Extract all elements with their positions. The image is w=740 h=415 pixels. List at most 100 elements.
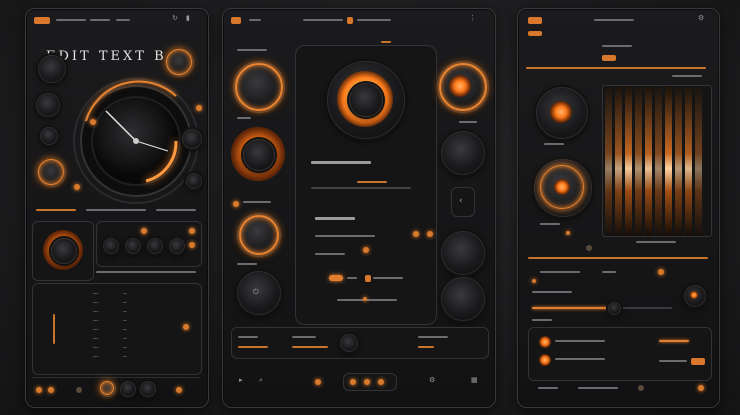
side-knob[interactable] <box>36 93 60 117</box>
side-knob[interactable] <box>186 173 202 189</box>
divider <box>32 377 200 378</box>
knob-label <box>540 223 560 225</box>
nav-dot[interactable] <box>176 387 182 393</box>
settings-icon[interactable]: ⚙ <box>698 15 704 22</box>
play-icon[interactable]: ▸ <box>239 377 243 384</box>
row-label <box>532 291 572 293</box>
display-text <box>315 235 375 237</box>
gain-knob-glow <box>554 179 570 195</box>
main-slider-fill <box>532 307 612 309</box>
menu-icon[interactable]: ⋮ <box>469 15 476 22</box>
knob-ring <box>38 159 64 185</box>
level-bar <box>53 314 55 344</box>
small-badge[interactable] <box>365 275 371 282</box>
divider <box>528 257 708 259</box>
glow-button-center[interactable] <box>51 238 77 264</box>
divider <box>36 209 76 211</box>
settings-icon[interactable]: ⚙ <box>429 377 435 384</box>
display-text <box>373 277 403 279</box>
center-dial-hub[interactable] <box>349 83 383 117</box>
page-title: EDIT TEXT BG <box>46 49 181 64</box>
panel-right: ⚙ <box>517 8 720 408</box>
footer-label <box>538 387 558 389</box>
indicator-dot <box>233 201 239 207</box>
indicator-dot <box>427 231 433 237</box>
confirm-badge[interactable] <box>691 358 705 365</box>
indicator-dot <box>189 242 195 248</box>
small-knob[interactable] <box>38 55 66 83</box>
display-label <box>636 241 676 243</box>
display-subheading <box>315 217 355 220</box>
back-button[interactable]: ‹ <box>451 187 475 217</box>
media-dot[interactable] <box>350 379 356 385</box>
bar-label <box>418 346 434 348</box>
knob-ring <box>239 215 279 255</box>
right-knob[interactable] <box>441 277 485 321</box>
bar-label <box>238 336 258 338</box>
bottom-knob[interactable] <box>140 381 156 397</box>
nav-dot[interactable] <box>48 387 54 393</box>
section-label <box>602 45 632 47</box>
bar-knob[interactable] <box>340 334 358 352</box>
back-arrow-icon: ‹ <box>459 196 463 206</box>
pager-dot[interactable] <box>363 297 367 301</box>
nav-dot[interactable] <box>315 379 321 385</box>
option-slider[interactable] <box>659 340 689 342</box>
knob-ring <box>235 63 283 111</box>
equalizer-bars <box>605 86 702 236</box>
mode-badge[interactable] <box>602 55 616 61</box>
indicator-dot <box>196 105 202 111</box>
row-label <box>540 271 580 273</box>
status-text <box>357 19 391 21</box>
power-icon: ⏻ <box>253 288 259 296</box>
media-dot[interactable] <box>378 379 384 385</box>
status-badge <box>347 17 353 24</box>
indicator-dot <box>586 245 592 251</box>
side-knob[interactable] <box>182 129 202 149</box>
divider <box>96 271 196 273</box>
value-list: --- --- --- --- --- --- --- --- -- -- -- -- --… <box>32 283 202 375</box>
divider <box>86 209 146 211</box>
battery-icon: ▮ <box>186 14 190 22</box>
indicator-dot <box>658 269 664 275</box>
mini-knob[interactable] <box>169 238 185 254</box>
section-label <box>237 49 267 51</box>
nav-dot[interactable] <box>638 385 644 391</box>
indicator-dot <box>413 231 419 237</box>
section-label <box>381 41 391 43</box>
mini-knob[interactable] <box>125 238 141 254</box>
option-toggle[interactable] <box>539 354 551 366</box>
knob-label <box>459 121 477 123</box>
glow-button-box <box>32 221 94 281</box>
nav-dot[interactable] <box>36 387 42 393</box>
main-slider-handle[interactable] <box>608 302 621 315</box>
refresh-icon[interactable]: ↻ <box>172 15 178 22</box>
option-label <box>659 360 687 362</box>
media-dot[interactable] <box>364 379 370 385</box>
mini-knob[interactable] <box>147 238 163 254</box>
nav-dot[interactable] <box>698 385 704 391</box>
mini-knob[interactable] <box>103 238 119 254</box>
option-toggle[interactable] <box>539 336 551 348</box>
knob-label <box>237 263 257 265</box>
bottom-left-knob[interactable] <box>237 271 281 315</box>
indicator-dot <box>183 324 189 330</box>
side-knob[interactable] <box>40 127 58 145</box>
grid-icon[interactable]: ▦ <box>471 377 478 384</box>
glow-knob-center[interactable] <box>243 139 275 171</box>
right-knob[interactable] <box>441 231 485 275</box>
indicator-dot <box>141 228 147 234</box>
status-badge <box>34 17 50 24</box>
right-knob[interactable] <box>441 131 485 175</box>
indicator-dot <box>74 184 80 190</box>
footer-label <box>578 387 618 389</box>
search-icon[interactable]: ⌕ <box>259 377 263 384</box>
media-controls <box>343 373 397 391</box>
nav-dot[interactable] <box>76 387 82 393</box>
knob-label <box>544 143 564 145</box>
toggle-pill[interactable] <box>329 275 343 281</box>
display-heading <box>311 161 371 164</box>
bottom-knob[interactable] <box>120 381 136 397</box>
display-text <box>315 253 345 255</box>
option-label <box>555 358 605 360</box>
